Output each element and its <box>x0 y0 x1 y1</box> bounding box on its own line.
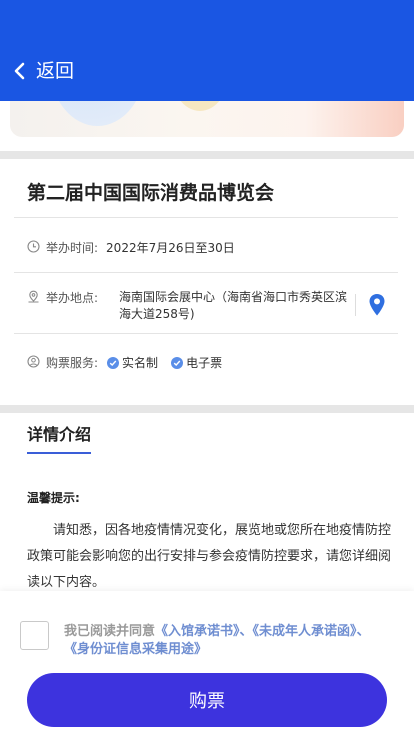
service-label: 购票服务: <box>46 356 99 370</box>
top-nav-bar: 返回 <box>0 0 414 101</box>
location-value: 海南国际会展中心（海南省海口市秀英区滨海大道258号) <box>119 290 348 321</box>
event-detail-page: 返回 第二届中国国际消费品博览会 举办时间: 2022年7月26日至30日 举办… <box>0 0 414 736</box>
entry-commitment-link[interactable]: 《入馆承诺书》 <box>155 624 240 639</box>
back-label: 返回 <box>36 60 75 82</box>
event-time-row: 举办时间: 2022年7月26日至30日 <box>27 239 235 256</box>
separator: 、 <box>239 624 253 639</box>
chevron-left-icon <box>14 62 25 80</box>
minor-commitment-link[interactable]: 《未成年人承诺函》 <box>253 624 357 639</box>
buy-ticket-button[interactable]: 购票 <box>27 673 387 727</box>
service-badge-e-ticket: 电子票 <box>171 354 222 371</box>
time-value: 2022年7月26日至30日 <box>106 241 235 255</box>
back-button[interactable]: 返回 <box>12 59 74 83</box>
section-divider <box>0 405 414 413</box>
divider <box>14 217 398 218</box>
detail-title-underline <box>27 452 91 454</box>
user-circle-icon <box>27 355 40 368</box>
divider <box>355 294 356 316</box>
agreement-text: 我已阅读并同意《入馆承诺书》、《未成年人承诺函》、《身份证信息采集用途》 <box>64 623 389 659</box>
agree-checkbox[interactable] <box>20 621 49 650</box>
location-label: 举办地点: <box>46 291 99 305</box>
ticket-service-row: 购票服务: 实名制 电子票 <box>27 354 222 371</box>
divider <box>14 272 398 273</box>
purchase-footer: 我已阅读并同意《入馆承诺书》、《未成年人承诺函》、《身份证信息采集用途》 购票 <box>0 591 414 736</box>
agree-prefix: 我已阅读并同意 <box>64 624 156 639</box>
service-name: 电子票 <box>186 356 223 370</box>
map-pin-icon[interactable] <box>368 293 386 317</box>
separator: 、 <box>356 624 370 639</box>
detail-section-title: 详情介绍 <box>27 425 92 444</box>
section-divider <box>0 151 414 159</box>
clock-icon <box>27 240 40 253</box>
check-circle-icon <box>107 356 120 369</box>
tip-paragraph: 请知悉，因各地疫情情况变化，展览地或您所在地疫情防控政策可能会影响您的出行安排与… <box>27 523 392 590</box>
id-info-usage-link[interactable]: 《身份证信息采集用途》 <box>64 642 207 657</box>
event-title: 第二届中国国际消费品博览会 <box>27 182 275 204</box>
tip-heading: 温馨提示: <box>27 491 80 505</box>
service-name: 实名制 <box>122 356 159 370</box>
time-label: 举办时间: <box>46 241 99 255</box>
service-badge-real-name: 实名制 <box>107 354 158 371</box>
location-outline-icon <box>28 290 39 303</box>
check-circle-icon <box>171 356 184 369</box>
divider <box>14 333 398 334</box>
event-location-row: 举办地点: <box>27 289 98 306</box>
